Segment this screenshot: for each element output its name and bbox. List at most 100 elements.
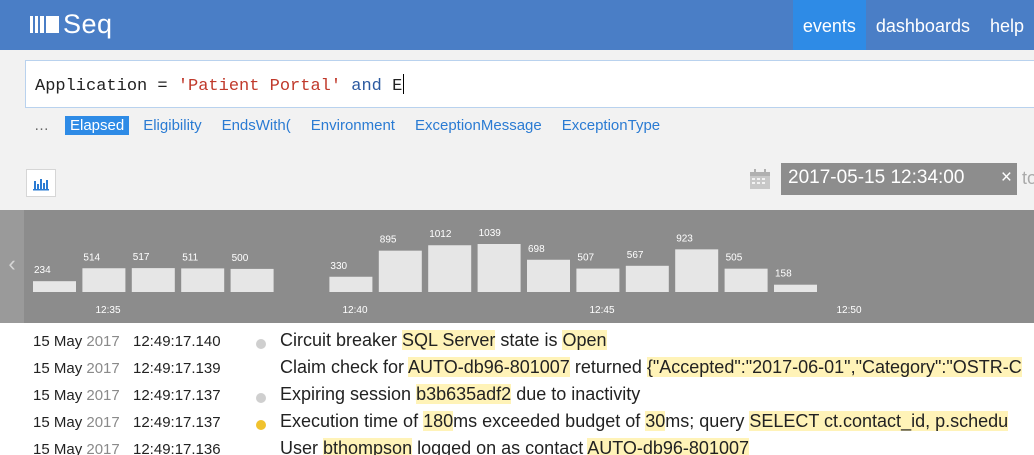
message-text: due to inactivity [511, 384, 641, 404]
query-token-property: Application [35, 77, 148, 96]
suggestion-environment[interactable]: Environment [311, 117, 395, 134]
histogram-bar-label: 895 [380, 235, 397, 246]
message-property-value[interactable]: 180 [423, 411, 454, 431]
histogram-bar[interactable] [576, 268, 620, 292]
filter-input[interactable]: Application = 'Patient Portal' and E [25, 60, 1034, 108]
histogram-bar-label: 500 [232, 253, 249, 264]
suggestion-endswith[interactable]: EndsWith( [222, 117, 291, 134]
message-property-value[interactable]: Open [562, 330, 607, 350]
histogram-bar[interactable] [131, 268, 175, 292]
event-time: 12:49:17.137 [133, 387, 221, 404]
message-property-value[interactable]: 30 [645, 411, 666, 431]
seq-logo[interactable]: Seq [30, 9, 113, 40]
suggestion-eligibility[interactable]: Eligibility [143, 117, 201, 134]
clear-date-button[interactable]: × [1001, 167, 1012, 189]
event-date: 15 May 2017 [33, 333, 120, 350]
histogram-bar[interactable] [428, 245, 472, 292]
message-text: Execution time of [280, 411, 424, 431]
histogram-bar[interactable] [724, 268, 768, 292]
event-level-dot-icon [256, 447, 266, 455]
event-row[interactable]: 15 May 2017 12:49:17.139 Claim check for A… [0, 357, 1034, 387]
event-message: User bthompson logged on as contact AUTO… [280, 438, 749, 455]
histogram-bar[interactable] [82, 268, 126, 292]
event-message: Expiring session b3b635adf2 due to inact… [280, 384, 640, 405]
histogram-time-tick: 12:40 [342, 305, 367, 316]
event-date: 15 May 2017 [33, 360, 120, 377]
event-level-dot-icon [256, 366, 266, 376]
histogram-bar-label: 1039 [479, 228, 502, 239]
events-list: 15 May 2017 12:49:17.140 Circuit breaker S… [0, 330, 1034, 455]
message-property-value[interactable]: b3b635adf2 [416, 384, 512, 404]
message-property-value[interactable]: SQL Server [402, 330, 496, 350]
suggestion-exceptiontype[interactable]: ExceptionType [562, 117, 660, 134]
histogram-bar-label: 330 [330, 261, 347, 272]
message-text: Circuit breaker [280, 330, 403, 350]
event-day: 15 May [33, 414, 83, 431]
histogram-bar[interactable] [230, 268, 274, 292]
query-token-operator: = [147, 77, 178, 96]
event-row[interactable]: 15 May 2017 12:49:17.137 Execution time of… [0, 411, 1034, 441]
histogram-bar-label: 698 [528, 244, 545, 255]
event-row[interactable]: 15 May 2017 12:49:17.136 User bthompson lo… [0, 438, 1034, 455]
message-property-value[interactable]: SELECT ct.contact_id, p.schedu [749, 411, 1009, 431]
histogram-bar[interactable] [181, 268, 225, 292]
histogram-time-tick: 12:45 [589, 305, 614, 316]
histogram-bar[interactable] [329, 276, 373, 292]
suggestions-more[interactable]: … [34, 117, 49, 134]
histogram-bar-label: 1012 [429, 229, 452, 240]
histogram-bar[interactable] [675, 249, 719, 292]
main-nav: events dashboards help [792, 0, 1034, 50]
message-text: returned [569, 357, 647, 377]
event-year: 2017 [86, 333, 120, 350]
histogram-time-tick: 12:35 [95, 305, 120, 316]
from-date-field[interactable]: 2017-05-15 12:34:00 × [781, 163, 1017, 195]
nav-help[interactable]: help [980, 0, 1034, 50]
event-year: 2017 [86, 441, 120, 455]
event-message: Circuit breaker SQL Server state is Open [280, 330, 607, 351]
message-property-value[interactable]: AUTO-db96-801007 [408, 357, 570, 377]
message-property-value[interactable]: bthompson [323, 438, 413, 455]
histogram-bar-label: 505 [726, 253, 743, 264]
to-date-label: to [1022, 168, 1034, 188]
query-token-space [341, 77, 351, 96]
histogram-toggle-button[interactable] [26, 169, 56, 197]
histogram-bar-label: 511 [182, 252, 198, 263]
histogram-bar[interactable] [33, 281, 76, 292]
nav-dashboards[interactable]: dashboards [866, 0, 980, 50]
histogram-bar-label: 514 [83, 252, 100, 263]
histogram-bar-label: 234 [34, 265, 51, 276]
event-row[interactable]: 15 May 2017 12:49:17.137 Expiring session … [0, 384, 1034, 414]
nav-events[interactable]: events [792, 0, 866, 50]
histogram-chart: 234 514 517 511 500 330 895 1012 1039 698 507 567 92… [33, 228, 862, 316]
message-text: User [280, 438, 324, 455]
message-property-value[interactable]: {"Accepted":"2017-06-01","Category":"OST… [646, 357, 1022, 377]
histogram-bar[interactable] [625, 265, 669, 292]
search-panel: Application = 'Patient Portal' and E … E… [0, 50, 1034, 210]
event-day: 15 May [33, 360, 83, 377]
histogram-bar[interactable] [527, 259, 570, 292]
histogram-bar[interactable] [774, 284, 817, 292]
event-time: 12:49:17.140 [133, 333, 221, 350]
event-day: 15 May [33, 441, 83, 455]
event-level-dot-icon [256, 420, 266, 430]
event-message: Execution time of 180ms exceeded budget … [280, 411, 1009, 432]
event-date: 15 May 2017 [33, 414, 120, 431]
histogram-bar-label: 517 [133, 252, 150, 263]
event-level-dot-icon [256, 339, 266, 349]
message-text: Expiring session [280, 384, 417, 404]
event-day: 15 May [33, 387, 83, 404]
histogram-bar[interactable] [378, 250, 422, 292]
histogram-bar-label: 567 [627, 250, 644, 261]
suggestion-elapsed[interactable]: Elapsed [65, 115, 130, 135]
message-property-value[interactable]: AUTO-db96-801007 [587, 438, 749, 455]
suggestion-exceptionmessage[interactable]: ExceptionMessage [415, 117, 542, 134]
event-year: 2017 [86, 360, 120, 377]
text-caret [403, 74, 405, 94]
message-text: state is [495, 330, 563, 350]
event-time: 12:49:17.136 [133, 441, 221, 455]
event-row[interactable]: 15 May 2017 12:49:17.140 Circuit breaker S… [0, 330, 1034, 360]
histogram-bar[interactable] [477, 244, 521, 292]
autocomplete-suggestions: … Elapsed Eligibility EndsWith( Environm… [34, 115, 680, 135]
event-date: 15 May 2017 [33, 387, 120, 404]
calendar-icon[interactable] [748, 168, 772, 190]
